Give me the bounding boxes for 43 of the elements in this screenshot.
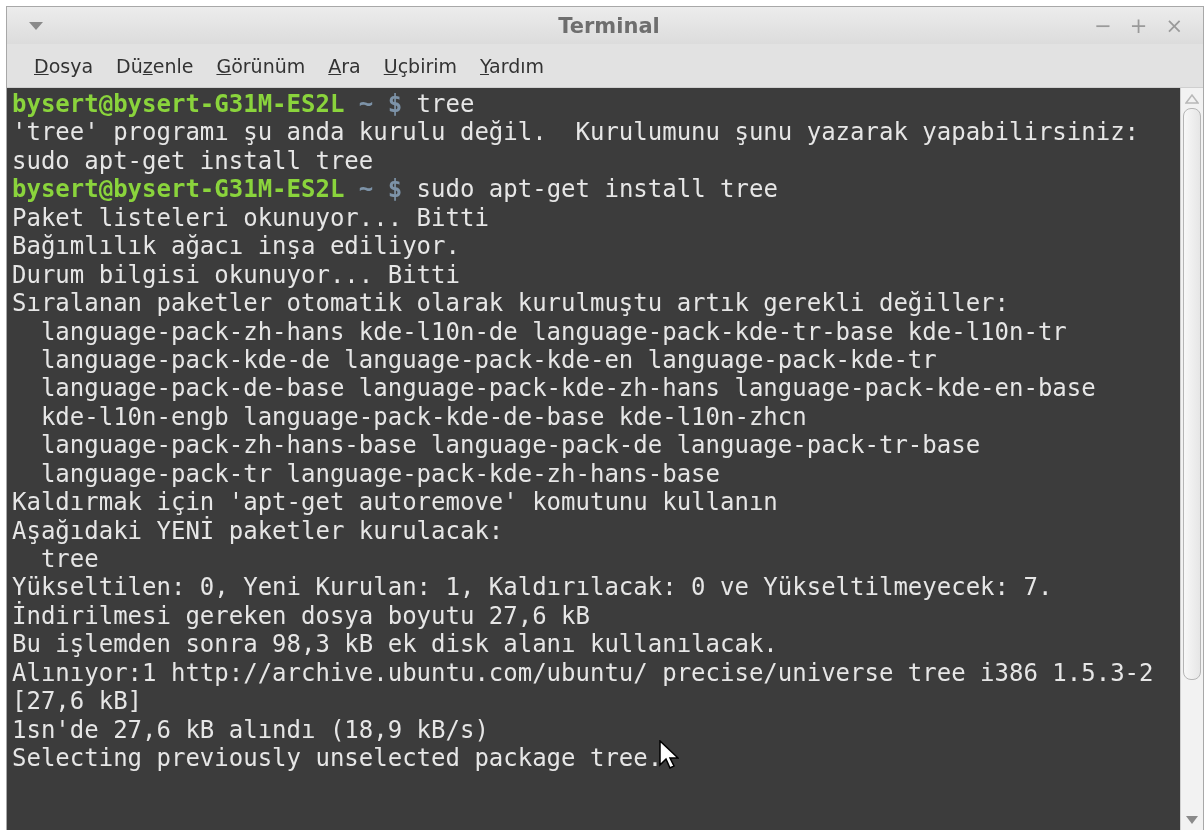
menu-item[interactable]: Uçbirim (374, 50, 468, 81)
output-line: Durum bilgisi okunuyor... Bitti (12, 260, 460, 289)
output-line: language-pack-zh-hans kde-l10n-de language-pack-kde-tr-base kde-l10n-tr (39, 317, 1067, 346)
prompt-user-host: bysert@bysert-G31M-ES2L (12, 90, 345, 118)
menu-item[interactable]: Yardım (471, 50, 554, 81)
output-line: language-pack-de-base language-pack-kde-zh-hans language-pack-kde-en-base (39, 374, 1096, 403)
menu-item[interactable]: Görünüm (207, 50, 316, 81)
dropdown-arrow-icon[interactable] (29, 21, 43, 30)
output-line: Sıralanan paketler otomatik olarak kurulmuştu artık gerekli değiller: (12, 289, 1009, 318)
output-line: kde-l10n-engb language-pack-kde-de-base kde-l10n-zhcn (39, 402, 807, 431)
prompt-user-host: bysert@bysert-G31M-ES2L (12, 175, 345, 204)
output-line: İndirilmesi gereken dosya boyutu 27,6 kB (12, 601, 590, 630)
output-line: tree (39, 545, 99, 573)
output-line: Aşağıdaki YENİ paketler kurulacak: (12, 516, 504, 545)
output-line: sudo apt-get install tree (12, 146, 374, 175)
output-line: 1sn'de 27,6 kB alındı (18,9 kB/s) (12, 715, 489, 744)
prompt-symbol: $ (387, 90, 403, 118)
prompt-directory: ~ (358, 175, 374, 204)
output-line: Yükseltilen: 0, Yeni Kurulan: 1, Kaldırılacak: 0 ve Yükseltilmeyecek: 7. (12, 573, 1053, 602)
output-line: language-pack-zh-hans-base language-pack-de language-pack-tr-base (39, 431, 981, 460)
prompt-symbol: $ (387, 175, 403, 204)
prompt-directory: ~ (358, 90, 374, 118)
command-text: sudo apt-get install tree (416, 175, 778, 204)
output-line: 'tree' programı şu anda kurulu değil. Kurulumunu şunu yazarak yapabilirsiniz: (12, 118, 1140, 147)
scroll-down-icon[interactable] (1185, 815, 1199, 825)
scrollbar-thumb[interactable] (1183, 108, 1201, 680)
output-line: Kaldırmak için 'apt-get autoremove' komutunu kullanın (12, 488, 778, 517)
output-line: Bu işlemden sonra 98,3 kB ek disk alanı kullanılacak. (12, 630, 778, 659)
command-text: tree (416, 90, 475, 118)
output-line: [27,6 kB] (12, 687, 143, 716)
output-line: language-pack-tr language-pack-kde-zh-hans-base (39, 459, 720, 488)
output-line: language-pack-kde-de language-pack-kde-en language-pack-kde-tr (39, 345, 937, 374)
output-line: Paket listeleri okunuyor... Bitti (12, 203, 489, 232)
scrollbar[interactable] (1180, 88, 1203, 830)
output-line: Bağımlılık ağacı inşa ediliyor. (12, 232, 460, 261)
menu-item[interactable]: Düzenle (107, 50, 204, 81)
mouse-pointer-icon (659, 740, 679, 770)
scroll-up-icon[interactable] (1185, 94, 1199, 104)
menu-item[interactable]: Ara (319, 50, 371, 81)
menu-item[interactable]: Dosya (25, 50, 104, 81)
output-line: Selecting previously unselected package tree. (12, 744, 663, 773)
window-title: Terminal (558, 13, 660, 38)
output-line: Alınıyor:1 http://archive.ubuntu.com/ubuntu/ precise/universe tree i386 1.5.3-2 (12, 658, 1154, 687)
